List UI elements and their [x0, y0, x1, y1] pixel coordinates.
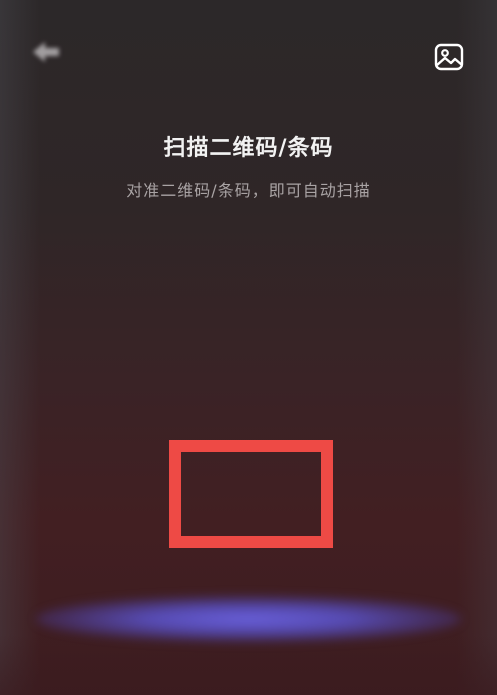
back-arrow-icon: [29, 39, 63, 69]
back-button[interactable]: [26, 36, 66, 72]
scan-title: 扫描二维码/条码: [163, 136, 334, 161]
scan-instruction: 对准二维码/条码，即可自动扫描: [126, 181, 371, 200]
scan-frame: [169, 440, 333, 548]
gallery-button[interactable]: [434, 42, 464, 72]
bottom-shade: [0, 635, 497, 695]
screen-edge-left: [0, 0, 40, 695]
screen-edge-right: [457, 0, 497, 695]
scan-line: [36, 596, 461, 642]
image-gallery-icon: [434, 43, 464, 76]
